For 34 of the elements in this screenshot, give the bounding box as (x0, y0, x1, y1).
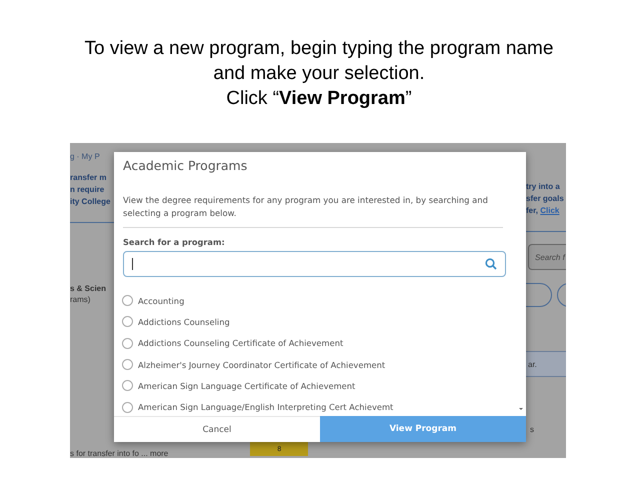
search-field[interactable]: Search f (528, 244, 566, 270)
row-text: ar. (528, 360, 537, 368)
program-option[interactable]: Accounting (138, 296, 184, 306)
section-subtext: rams) (70, 295, 92, 304)
scroll-arrow-icon[interactable] (518, 406, 524, 412)
description-text: s for transfer into fo ... more (70, 449, 168, 458)
slide-title: To view a new program, begin typing the program name and make your selection. Click “View Program” (84, 37, 554, 111)
program-option[interactable]: American Sign Language Certificate of Achievement (138, 380, 356, 391)
info-text: sfer goals (526, 193, 565, 205)
radio-button[interactable] (122, 359, 133, 370)
search-icon[interactable] (485, 258, 497, 270)
breadcrumb-text: g · My P (70, 152, 101, 163)
radio-button[interactable] (122, 295, 133, 306)
row-text: s (529, 425, 535, 434)
radio-button[interactable] (122, 380, 133, 392)
link-text[interactable]: ity College (70, 196, 114, 208)
radio-button[interactable] (122, 316, 133, 328)
program-option[interactable]: Addictions Counseling (138, 316, 230, 327)
program-option[interactable]: Addictions Counseling Certificate of Achievement (138, 338, 344, 348)
program-search-field[interactable] (123, 251, 506, 277)
dialog-description: View the degree requirements for any program you are interested in, by searching and selecting a program below. (123, 194, 503, 228)
program-option[interactable]: Alzheimer's Journey Coordinator Certificate of Achievement (138, 360, 386, 370)
dialog-title: Academic Programs (122, 157, 248, 175)
link-text[interactable]: n require (70, 184, 114, 196)
info-text: try into a (526, 181, 561, 193)
search-label: Search for a program: (123, 237, 226, 247)
info-text: fer, Click (526, 205, 560, 217)
section-heading: s & Scien (70, 283, 108, 295)
radio-button[interactable] (122, 338, 133, 349)
program-option[interactable]: American Sign Language/English Interpreting Cert Achievemt (138, 402, 394, 412)
radio-button[interactable] (122, 402, 133, 413)
link-text[interactable]: ransfer m (70, 172, 114, 184)
text-cursor (132, 258, 133, 270)
cancel-button[interactable]: Cancel (114, 416, 320, 442)
